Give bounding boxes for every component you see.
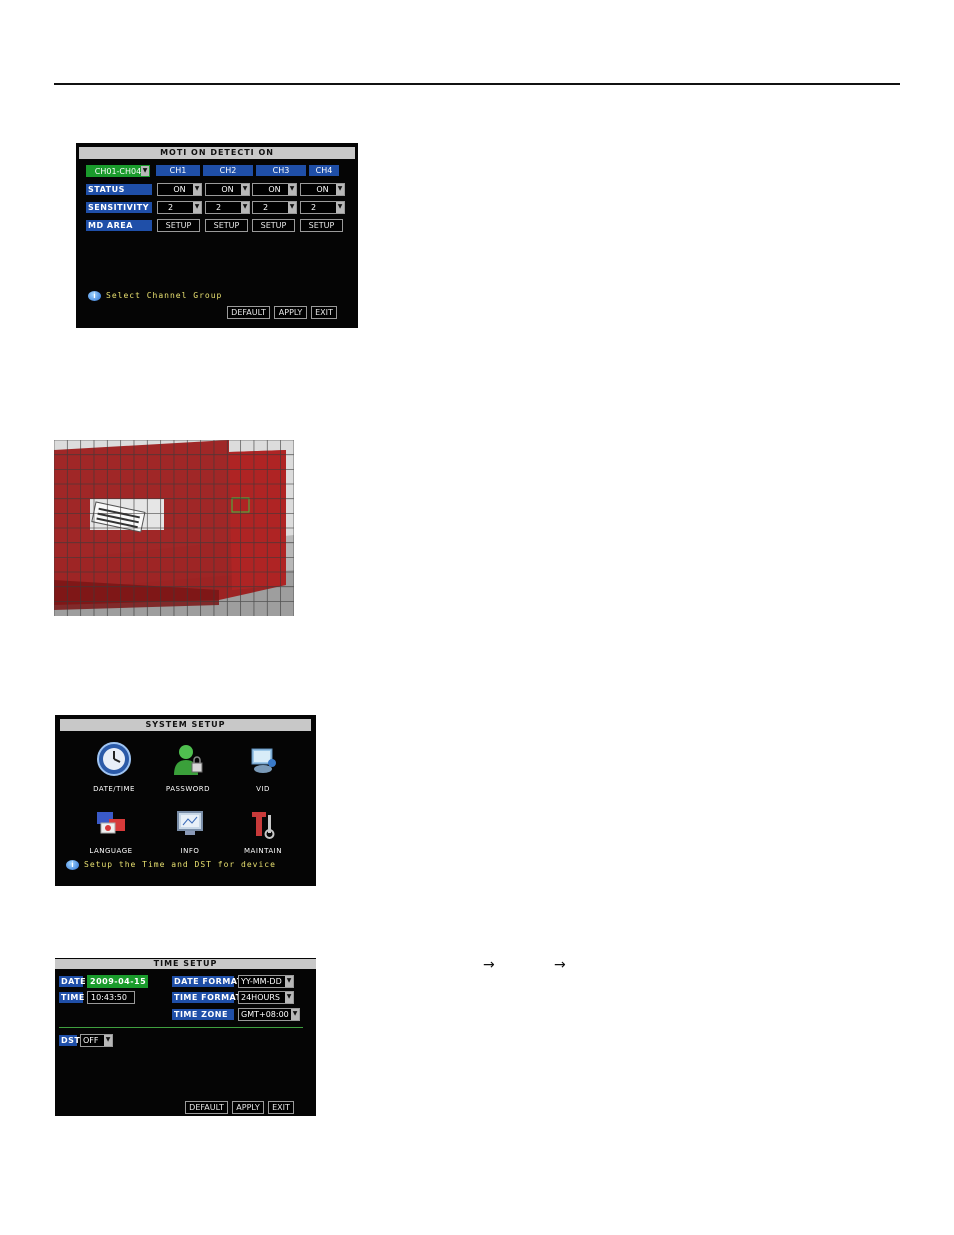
time-value: 10:43:50 [91,993,127,1002]
apply-button[interactable]: APPLY [232,1101,264,1114]
channel-group-value: CH01-CH04 [94,167,142,176]
time-setup-screen: TIME SETUP DATE 2009-04-15 TIME 10:43:50… [55,958,316,1116]
chevron-down-icon: ▼ [241,202,249,213]
md-area-setup-button-ch4[interactable]: SETUP [300,219,343,232]
sensitivity-value: 2 [263,203,269,212]
apply-button[interactable]: APPLY [274,306,307,319]
sensitivity-select-ch2[interactable]: 2 ▼ [205,201,250,214]
status-select-ch1[interactable]: ON ▼ [157,183,202,196]
channel-header-4: CH4 [309,165,339,176]
sensitivity-select-ch1[interactable]: 2 ▼ [157,201,202,214]
chevron-down-icon: ▼ [241,184,249,195]
time-setup-title: TIME SETUP [55,959,316,969]
status-select-ch3[interactable]: ON ▼ [252,183,297,196]
chevron-down-icon: ▼ [291,1009,299,1020]
sensitivity-value: 2 [311,203,317,212]
status-value: ON [221,185,234,194]
exit-button[interactable]: EXIT [268,1101,294,1114]
time-zone-select[interactable]: GMT+08:00 ▼ [238,1008,300,1021]
motion-area-grid-image[interactable] [54,440,294,616]
chevron-down-icon: ▼ [193,202,201,213]
arrow-right-icon: → [483,957,495,973]
password-tile[interactable]: PASSWORD [153,741,223,793]
flags-icon [97,812,125,834]
dst-label: DST [59,1035,81,1046]
info-bubble-icon: i [66,860,79,870]
motion-area-scene [54,440,294,616]
monitor-icon [177,811,203,835]
dst-value: OFF [83,1036,99,1045]
status-label: STATUS [86,184,152,195]
md-area-label: MD AREA [86,220,152,231]
status-select-ch2[interactable]: ON ▼ [205,183,250,196]
chevron-down-icon: ▼ [285,976,293,987]
sensitivity-value: 2 [216,203,222,212]
password-label: PASSWORD [165,785,211,793]
vid-label: VID [256,785,270,793]
dst-select[interactable]: OFF ▼ [80,1034,113,1047]
user-lock-icon [174,745,203,775]
section-divider [59,1027,303,1028]
status-value: ON [316,185,329,194]
motion-detection-title: MOTI ON DETECTI ON [79,147,355,159]
default-button[interactable]: DEFAULT [185,1101,228,1114]
vid-tile[interactable]: VID [228,741,298,793]
time-format-value: 24HOURS [241,993,280,1002]
header-rule [54,83,900,85]
system-setup-hint: Setup the Time and DST for device [84,860,276,869]
chevron-down-icon: ▼ [288,184,296,195]
md-area-setup-button-ch1[interactable]: SETUP [157,219,200,232]
sensitivity-select-ch4[interactable]: 2 ▼ [300,201,345,214]
chevron-down-icon: ▼ [336,184,344,195]
hint-text: Select Channel Group [106,291,223,300]
status-select-ch4[interactable]: ON ▼ [300,183,345,196]
sensitivity-label: SENSITIVITY [86,202,152,213]
info-tile[interactable]: INFO [155,809,225,855]
time-zone-value: GMT+08:00 [241,1010,289,1019]
motion-detection-screen: MOTI ON DETECTI ON CH01-CH04 ▼ CH1 CH2 C… [76,143,358,328]
md-area-setup-button-ch3[interactable]: SETUP [252,219,295,232]
chevron-down-icon: ▼ [285,992,293,1003]
date-format-select[interactable]: YY-MM-DD ▼ [238,975,294,988]
date-format-label: DATE FORMAT [172,976,243,987]
channel-header-1: CH1 [156,165,200,176]
date-format-value: YY-MM-DD [241,977,282,986]
sensitivity-value: 2 [168,203,174,212]
date-field[interactable]: 2009-04-15 [87,975,148,988]
channel-header-3: CH3 [256,165,306,176]
video-icon [251,748,276,773]
clock-icon [97,742,131,776]
sensitivity-select-ch3[interactable]: 2 ▼ [252,201,297,214]
tools-icon [252,812,275,839]
maintain-label: MAINTAIN [244,847,282,855]
default-button[interactable]: DEFAULT [227,306,270,319]
time-format-label: TIME FORMAT [172,992,242,1003]
chevron-down-icon: ▼ [336,202,344,213]
date-label: DATE [59,976,87,987]
chevron-down-icon: ▼ [104,1035,112,1046]
md-area-setup-button-ch2[interactable]: SETUP [205,219,248,232]
maintain-tile[interactable]: MAINTAIN [228,809,298,855]
time-label: TIME [59,992,85,1003]
status-value: ON [268,185,281,194]
chevron-down-icon: ▼ [141,166,149,176]
language-label: LANGUAGE [89,847,133,855]
time-format-select[interactable]: 24HOURS ▼ [238,991,294,1004]
system-setup-title: SYSTEM SETUP [60,719,311,731]
date-time-label: DATE/TIME [93,785,135,793]
channel-group-select[interactable]: CH01-CH04 ▼ [86,165,150,177]
arrow-right-icon: → [554,957,566,973]
info-label: INFO [180,847,200,855]
date-time-tile[interactable]: DATE/TIME [79,741,149,793]
language-tile[interactable]: LANGUAGE [76,809,146,855]
info-bubble-icon: i [88,291,101,301]
exit-button[interactable]: EXIT [311,306,337,319]
status-value: ON [173,185,186,194]
system-setup-screen: SYSTEM SETUP DATE/TIME PASSWORD VID LANG… [55,715,316,886]
chevron-down-icon: ▼ [288,202,296,213]
chevron-down-icon: ▼ [193,184,201,195]
time-zone-label: TIME ZONE [172,1009,234,1020]
channel-header-2: CH2 [203,165,253,176]
time-field[interactable]: 10:43:50 [87,991,135,1004]
